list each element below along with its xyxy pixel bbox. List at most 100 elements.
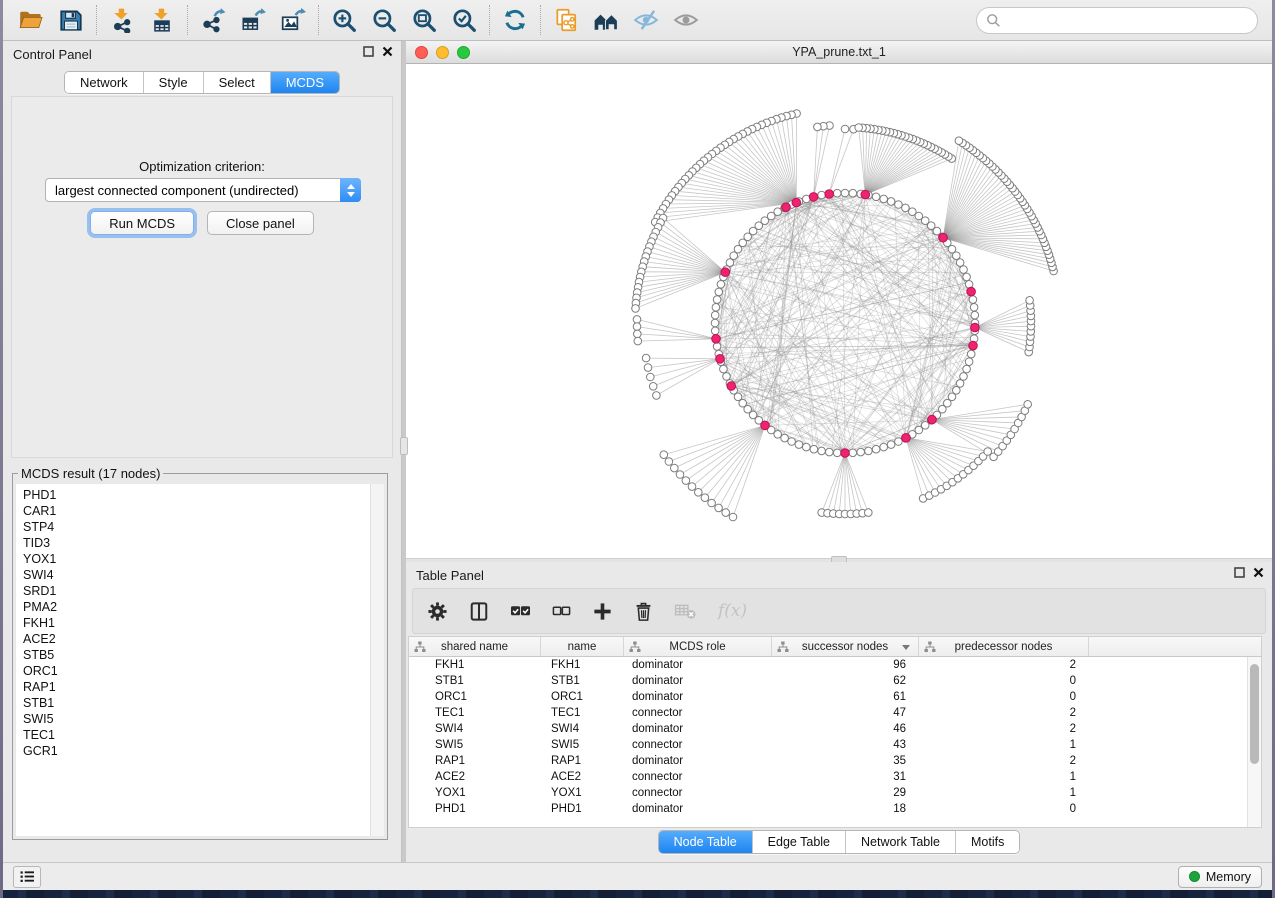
mcds-result-item[interactable]: PHD1 — [23, 487, 370, 503]
refresh-view-button[interactable] — [495, 2, 535, 38]
cell-MCDS-role[interactable]: dominator — [624, 659, 772, 671]
float-panel-icon[interactable] — [1234, 567, 1245, 578]
table-settings-button[interactable] — [427, 601, 448, 622]
mcds-result-item[interactable]: SRD1 — [23, 583, 370, 599]
cell-MCDS-role[interactable]: dominator — [624, 723, 772, 735]
mcds-result-item[interactable]: FKH1 — [23, 615, 370, 631]
developer-panel-button[interactable] — [13, 866, 41, 888]
tab-mcds[interactable]: MCDS — [270, 72, 339, 93]
close-panel-button[interactable]: Close panel — [207, 211, 314, 235]
cell-predecessor-nodes[interactable]: 2 — [919, 707, 1089, 719]
cell-name[interactable]: PHD1 — [541, 803, 624, 815]
mcds-result-item[interactable]: PMA2 — [23, 599, 370, 615]
cell-name[interactable]: TEC1 — [541, 707, 624, 719]
mcds-result-item[interactable]: TEC1 — [23, 727, 370, 743]
table-row[interactable]: FKH1FKH1dominator962 — [409, 657, 1247, 673]
mcds-result-item[interactable]: CAR1 — [23, 503, 370, 519]
vertical-splitter[interactable] — [402, 41, 406, 862]
search-box[interactable] — [976, 7, 1258, 34]
cell-shared-name[interactable]: PHD1 — [409, 803, 541, 815]
save-session-button[interactable] — [51, 2, 91, 38]
table-row[interactable]: TEC1TEC1connector472 — [409, 705, 1247, 721]
cell-name[interactable]: SWI5 — [541, 739, 624, 751]
open-file-button[interactable] — [11, 2, 51, 38]
cell-MCDS-role[interactable]: dominator — [624, 675, 772, 687]
mcds-result-item[interactable]: ACE2 — [23, 631, 370, 647]
tab-motifs[interactable]: Motifs — [955, 831, 1019, 853]
deselect-all-button[interactable] — [552, 603, 571, 620]
mcds-result-item[interactable]: TID3 — [23, 535, 370, 551]
cell-successor-nodes[interactable]: 29 — [772, 787, 919, 799]
table-row[interactable]: ORC1ORC1dominator610 — [409, 689, 1247, 705]
cell-shared-name[interactable]: FKH1 — [409, 659, 541, 671]
table-row[interactable]: SWI4SWI4dominator462 — [409, 721, 1247, 737]
window-minimize-traffic-light[interactable] — [436, 46, 449, 59]
column-header-name[interactable]: name — [541, 637, 624, 656]
mcds-result-list[interactable]: PHD1CAR1STP4TID3YOX1SWI4SRD1PMA2FKH1ACE2… — [16, 484, 370, 836]
cell-MCDS-role[interactable]: connector — [624, 739, 772, 751]
show-all-button[interactable] — [666, 2, 706, 38]
cell-MCDS-role[interactable]: dominator — [624, 691, 772, 703]
cell-successor-nodes[interactable]: 47 — [772, 707, 919, 719]
mcds-result-item[interactable]: SWI5 — [23, 711, 370, 727]
cell-name[interactable]: ORC1 — [541, 691, 624, 703]
table-row[interactable]: SWI5SWI5connector431 — [409, 737, 1247, 753]
cell-shared-name[interactable]: RAP1 — [409, 755, 541, 767]
cell-successor-nodes[interactable]: 35 — [772, 755, 919, 767]
run-mcds-button[interactable]: Run MCDS — [90, 211, 194, 235]
mcds-result-item[interactable]: STP4 — [23, 519, 370, 535]
criterion-dropdown[interactable]: largest connected component (undirected) — [45, 178, 361, 202]
tab-node-table[interactable]: Node Table — [659, 831, 752, 853]
cell-predecessor-nodes[interactable]: 2 — [919, 755, 1089, 767]
duplicate-network-button[interactable] — [546, 2, 586, 38]
cell-successor-nodes[interactable]: 61 — [772, 691, 919, 703]
cell-MCDS-role[interactable]: connector — [624, 787, 772, 799]
cell-name[interactable]: ACE2 — [541, 771, 624, 783]
mcds-result-item[interactable]: STB5 — [23, 647, 370, 663]
tab-edge-table[interactable]: Edge Table — [752, 831, 845, 853]
cell-successor-nodes[interactable]: 46 — [772, 723, 919, 735]
select-all-button[interactable] — [510, 602, 531, 621]
cell-shared-name[interactable]: SWI4 — [409, 723, 541, 735]
cell-predecessor-nodes[interactable]: 0 — [919, 803, 1089, 815]
search-input[interactable] — [1006, 13, 1257, 28]
table-row[interactable]: PHD1PHD1dominator180 — [409, 801, 1247, 817]
cell-name[interactable]: STB1 — [541, 675, 624, 687]
memory-button[interactable]: Memory — [1178, 866, 1262, 888]
table-scrollbar[interactable] — [1247, 657, 1261, 827]
export-table-button[interactable] — [233, 2, 273, 38]
delete-column-button[interactable] — [634, 601, 653, 622]
first-neighbors-button[interactable] — [586, 2, 626, 38]
cell-shared-name[interactable]: TEC1 — [409, 707, 541, 719]
cell-predecessor-nodes[interactable]: 1 — [919, 739, 1089, 751]
window-zoom-traffic-light[interactable] — [457, 46, 470, 59]
cell-successor-nodes[interactable]: 31 — [772, 771, 919, 783]
import-table-button[interactable] — [142, 2, 182, 38]
cell-predecessor-nodes[interactable]: 1 — [919, 787, 1089, 799]
window-close-traffic-light[interactable] — [415, 46, 428, 59]
cell-predecessor-nodes[interactable]: 1 — [919, 771, 1089, 783]
cell-predecessor-nodes[interactable]: 2 — [919, 659, 1089, 671]
cell-successor-nodes[interactable]: 96 — [772, 659, 919, 671]
cell-name[interactable]: YOX1 — [541, 787, 624, 799]
mcds-result-item[interactable]: YOX1 — [23, 551, 370, 567]
mcds-result-item[interactable]: SWI4 — [23, 567, 370, 583]
zoom-in-button[interactable] — [324, 2, 364, 38]
table-row[interactable]: YOX1YOX1connector291 — [409, 785, 1247, 801]
scrollbar-thumb[interactable] — [1250, 664, 1259, 764]
add-column-button[interactable] — [592, 601, 613, 622]
cell-shared-name[interactable]: ACE2 — [409, 771, 541, 783]
cell-MCDS-role[interactable]: connector — [624, 707, 772, 719]
cell-name[interactable]: FKH1 — [541, 659, 624, 671]
tab-select[interactable]: Select — [203, 72, 270, 93]
cell-predecessor-nodes[interactable]: 2 — [919, 723, 1089, 735]
cell-MCDS-role[interactable]: dominator — [624, 755, 772, 767]
float-panel-icon[interactable] — [363, 46, 374, 57]
cell-name[interactable]: RAP1 — [541, 755, 624, 767]
cell-predecessor-nodes[interactable]: 0 — [919, 691, 1089, 703]
tab-style[interactable]: Style — [143, 72, 203, 93]
cell-successor-nodes[interactable]: 18 — [772, 803, 919, 815]
column-browser-button[interactable] — [469, 601, 489, 622]
table-row[interactable]: ACE2ACE2connector311 — [409, 769, 1247, 785]
result-list-scrollbar[interactable] — [370, 484, 384, 836]
